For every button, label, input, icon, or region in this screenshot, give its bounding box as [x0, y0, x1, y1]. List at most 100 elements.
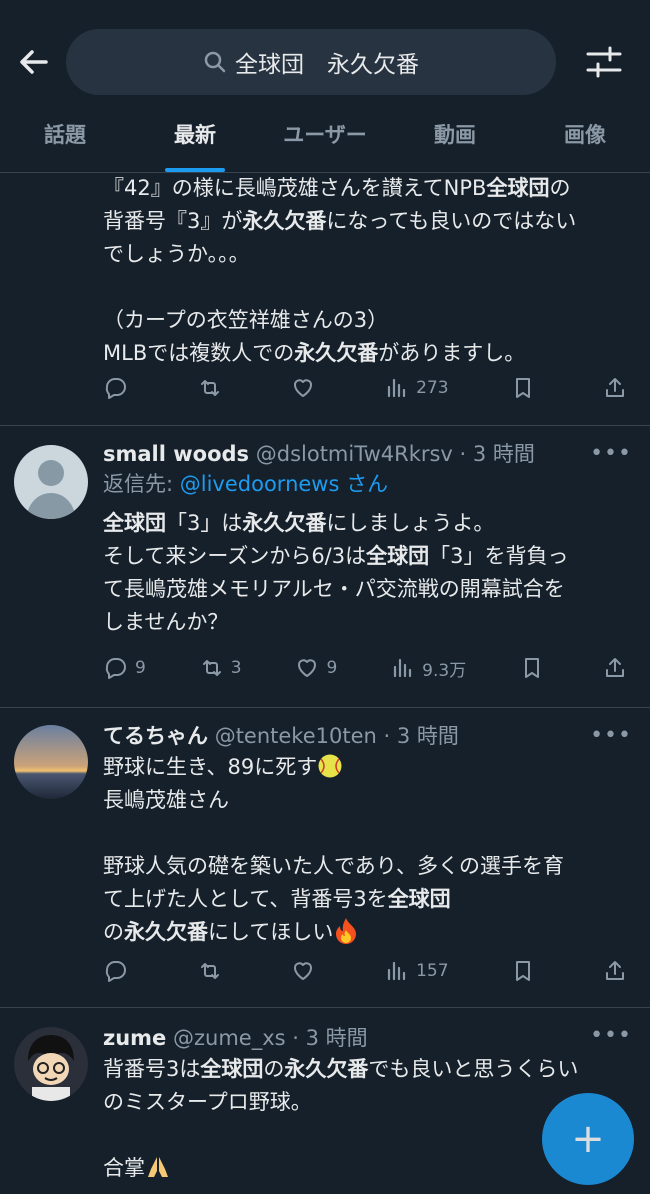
tab-latest[interactable]: 最新: [130, 110, 260, 172]
default-avatar-icon: [14, 445, 88, 519]
retweet-button[interactable]: [197, 375, 229, 401]
views-button[interactable]: 273: [384, 375, 449, 401]
highlighted-keyword: 永久欠番: [124, 920, 208, 944]
reply-button[interactable]: [103, 958, 135, 984]
tab-images[interactable]: 画像: [520, 110, 650, 172]
avatar-zume[interactable]: [14, 1027, 88, 1101]
reply-to: 返信先: @livedoornews さん: [103, 472, 389, 496]
like-count: 9: [326, 658, 338, 678]
share-button[interactable]: [602, 655, 632, 681]
softball-emoji: [318, 754, 342, 778]
reply-button[interactable]: [103, 375, 135, 401]
share-button[interactable]: [602, 958, 632, 984]
tab-users[interactable]: ユーザー: [260, 110, 390, 172]
like-button[interactable]: 9: [294, 655, 337, 681]
active-tab-indicator: [165, 168, 225, 172]
tweet-line: て上げた人として、背番号3を全球団: [103, 887, 451, 911]
views-count: 157: [416, 961, 449, 981]
back-arrow-icon[interactable]: [16, 44, 52, 80]
display-name[interactable]: てるちゃん: [103, 724, 208, 748]
share-icon: [605, 658, 624, 677]
tweet-text: 全球団「3」は永久欠番にしましょうよ。 そして来シーズンから6/3は全球団「3」を…: [103, 507, 630, 639]
user-handle[interactable]: @tenteke10ten: [215, 724, 377, 748]
like-icon: [294, 962, 313, 980]
highlighted-keyword: 全球団: [366, 544, 430, 568]
tweet-line: MLBでは複数人での永久欠番がありますし。: [103, 341, 526, 365]
tweet-line: しませんか？: [103, 610, 229, 634]
reply-to-link[interactable]: @livedoornews さん: [180, 472, 388, 496]
tweet-line: 野球に生き、89に死す: [103, 751, 630, 784]
bookmark-icon: [525, 658, 540, 678]
tweet-line: 背番号3は全球団の永久欠番でも良いと思うくらい: [103, 1057, 579, 1081]
top-bar: 全球団 永久欠番 話題 最新 ユーザー 動画 画像: [0, 0, 650, 173]
bookmark-button[interactable]: [519, 655, 549, 681]
search-input[interactable]: 全球団 永久欠番: [66, 29, 556, 95]
tweet-line: 長嶋茂雄さん: [103, 788, 229, 812]
highlighted-keyword: 永久欠番: [242, 209, 327, 233]
like-button[interactable]: [290, 958, 322, 984]
retweet-icon: [200, 380, 219, 396]
views-icon: [394, 658, 412, 678]
bookmark-button[interactable]: [510, 375, 540, 401]
views-icon: [388, 378, 406, 398]
bookmark-icon: [516, 961, 531, 981]
tweet-line: 背番号『3』が永久欠番になっても良いのではない: [103, 209, 577, 233]
reply-button[interactable]: 9: [103, 655, 146, 681]
views-icon: [388, 961, 406, 981]
tweet-line: 『42』の様に長嶋茂雄さんを讃えてNPB全球団の: [103, 176, 571, 200]
tab-videos[interactable]: 動画: [390, 110, 520, 172]
avatar-default[interactable]: [14, 445, 88, 519]
cartoon-avatar: [14, 1027, 88, 1101]
tweet-actions: 9 3 9 9.3万: [103, 653, 632, 683]
tweet-actions: 157: [103, 956, 632, 986]
views-button[interactable]: 9.3万: [390, 655, 466, 681]
like-icon: [294, 379, 313, 397]
tab-trending[interactable]: 話題: [0, 110, 130, 172]
tweet-2[interactable]: ••• てるちゃん @tenteke10ten · 3 時間 野球に生き、89に…: [0, 707, 650, 1008]
tweet-1[interactable]: ••• small woods @dslotmiTw4Rkrsv · 3 時間 …: [0, 425, 650, 708]
tweet-line: そして来シーズンから6/3は全球団「3」を背負っ: [103, 544, 569, 568]
tweet-0[interactable]: 『42』の様に長嶋茂雄さんを讃えてNPB全球団の 背番号『3』が永久欠番になっても…: [0, 172, 650, 426]
tweet-line: [103, 817, 630, 850]
views-button[interactable]: 157: [384, 958, 449, 984]
pray-emoji: [148, 1157, 168, 1177]
tweet-meta: zume @zume_xs · 3 時間: [103, 1023, 630, 1053]
search-tabs: 話題 最新 ユーザー 動画 画像: [0, 110, 650, 172]
tweet-time[interactable]: · 3 時間: [460, 442, 535, 466]
share-icon: [605, 378, 624, 397]
display-name[interactable]: zume: [103, 1026, 166, 1050]
display-name[interactable]: small woods: [103, 442, 249, 466]
tweet-meta: small woods @dslotmiTw4Rkrsv · 3 時間: [103, 439, 630, 469]
highlighted-keyword: 永久欠番: [294, 341, 379, 365]
like-icon: [298, 659, 317, 677]
reply-icon: [105, 378, 126, 399]
like-button[interactable]: [290, 375, 322, 401]
tweet-line: 野球人気の礎を築いた人であり、多くの選手を育: [103, 854, 564, 878]
tweet-line: [103, 271, 630, 304]
tweet-time[interactable]: · 3 時間: [292, 1026, 367, 1050]
retweet-icon: [202, 660, 221, 676]
search-query: 全球団 永久欠番: [235, 52, 419, 78]
views-count: 9.3万: [422, 660, 467, 681]
user-handle[interactable]: @dslotmiTw4Rkrsv: [256, 442, 453, 466]
filter-settings-icon[interactable]: [584, 44, 624, 80]
share-button[interactable]: [602, 375, 632, 401]
views-count: 273: [416, 378, 449, 398]
user-handle[interactable]: @zume_xs: [173, 1026, 286, 1050]
retweet-button[interactable]: [197, 958, 229, 984]
bookmark-button[interactable]: [510, 958, 540, 984]
tweet-line: （カープの衣笠祥雄さんの3）: [103, 308, 389, 332]
tweet-time[interactable]: · 3 時間: [384, 724, 459, 748]
compose-button[interactable]: +: [542, 1093, 634, 1185]
reply-icon: [105, 961, 126, 982]
tweet-text: 『42』の様に長嶋茂雄さんを讃えてNPB全球団の 背番号『3』が永久欠番になっても…: [103, 172, 630, 370]
bookmark-icon: [516, 378, 531, 398]
reply-icon: [105, 658, 126, 679]
sunset-photo: [14, 725, 88, 799]
tweet-text: 野球に生き、89に死す長嶋茂雄さん 野球人気の礎を築いた人であり、多くの選手を育…: [103, 751, 630, 949]
retweet-button[interactable]: 3: [199, 655, 242, 681]
avatar-sunset[interactable]: [14, 725, 88, 799]
search-icon: [204, 51, 226, 73]
fire-emoji: [336, 918, 357, 944]
highlighted-keyword: 永久欠番: [242, 511, 327, 535]
